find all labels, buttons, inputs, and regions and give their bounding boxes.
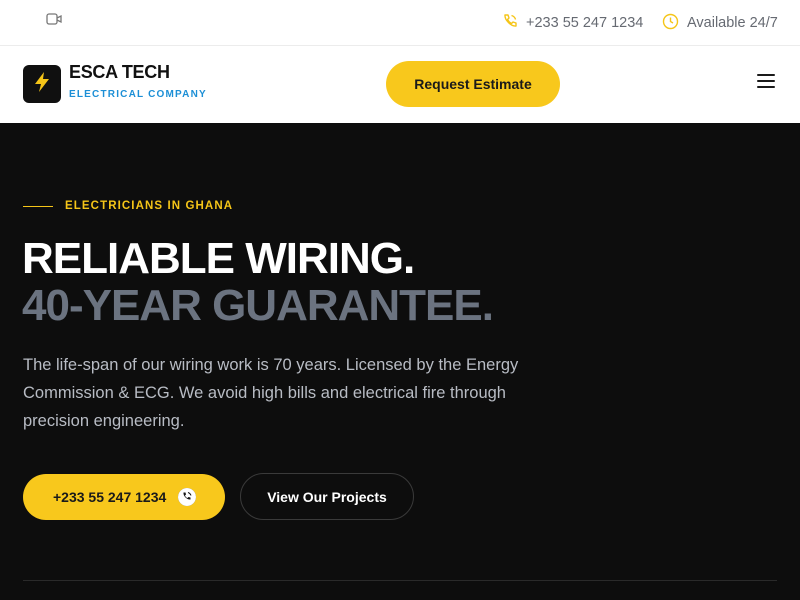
hero-eyebrow: ELECTRICIANS IN GHANA [65,200,234,212]
hero-headline-primary: RELIABLE WIRING. [22,234,415,283]
menu-line [757,80,775,82]
hero-description: The life-span of our wiring work is 70 y… [23,356,519,430]
menu-line [757,74,775,76]
clock-icon [662,13,679,34]
topbar-phone-text: +233 55 247 1234 [526,15,644,31]
availability-text: Available 24/7 [687,15,778,31]
menu-line [757,86,775,88]
brand-tagline: ELECTRICAL COMPANY [69,89,207,100]
view-projects-button[interactable]: View Our Projects [240,473,414,520]
request-estimate-button[interactable]: Request Estimate [386,61,560,107]
top-bar: +233 55 247 1234 Available 24/7 [0,0,800,46]
call-button-label: +233 55 247 1234 [53,489,167,505]
lightning-bolt-icon [33,71,51,98]
hamburger-menu-icon[interactable] [756,73,776,89]
call-button[interactable]: +233 55 247 1234 [23,474,225,520]
logo[interactable] [23,65,61,103]
section-divider [23,580,777,581]
site-header: ESCA TECH ELECTRICAL COMPANY Request Est… [0,46,800,123]
topbar-availability: Available 24/7 [662,0,778,46]
eyebrow-divider [23,206,53,207]
phone-call-icon [178,488,197,506]
video-camera-icon[interactable] [46,12,62,31]
phone-icon [502,13,518,33]
brand-name[interactable]: ESCA TECH [69,62,170,83]
hero-headline-secondary: 40-YEAR GUARANTEE. [22,281,494,330]
hero-section: ELECTRICIANS IN GHANA RELIABLE WIRING. 4… [0,123,800,600]
topbar-phone[interactable]: +233 55 247 1234 [502,0,643,46]
